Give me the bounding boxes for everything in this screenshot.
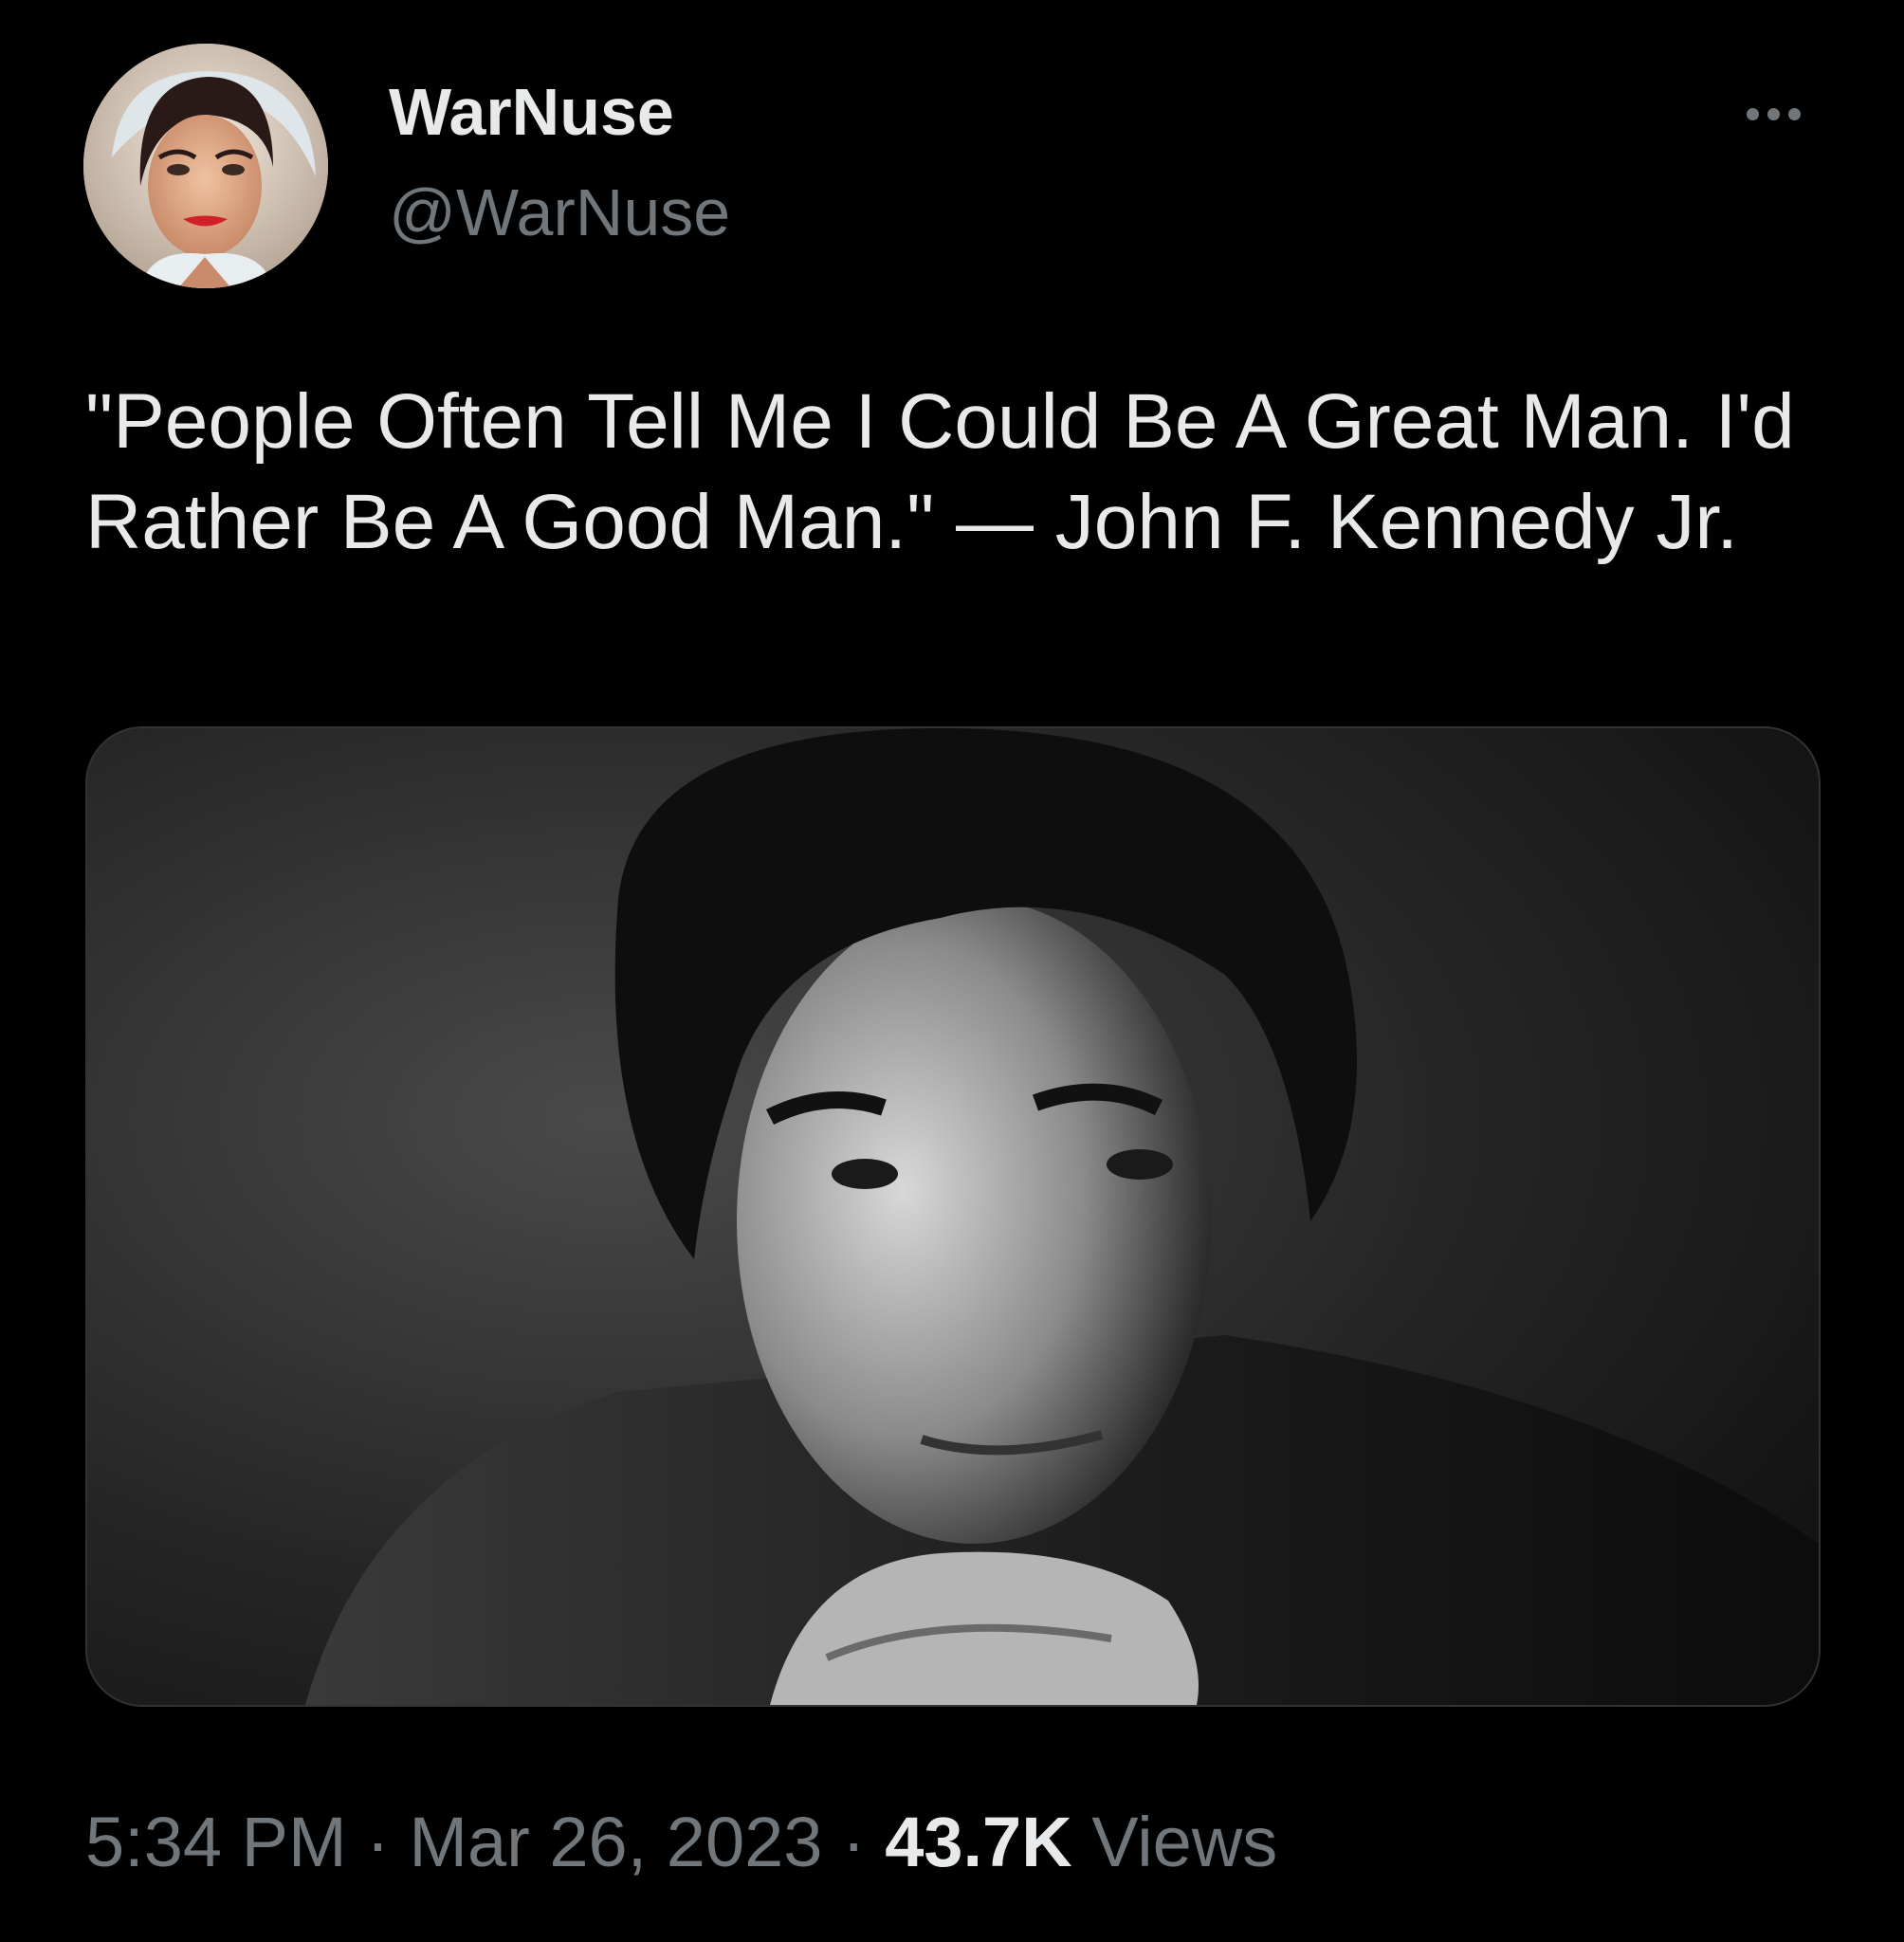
tweet-date[interactable]: Mar 26, 2023 — [409, 1803, 822, 1881]
views-count: 43.7K — [885, 1803, 1072, 1881]
author-avatar[interactable] — [83, 44, 328, 288]
tweet-container: WarNuse @WarNuse "People Often Tell Me I… — [0, 0, 1904, 1942]
avatar-image — [83, 44, 328, 288]
tweet-meta: 5:34 PM · Mar 26, 2023 · 43.7K Views — [85, 1802, 1277, 1882]
tweet-time[interactable]: 5:34 PM — [85, 1803, 347, 1881]
tweet-media-photo[interactable] — [85, 726, 1821, 1707]
author-display-name[interactable]: WarNuse — [389, 74, 674, 150]
more-horizontal-icon-dot — [1767, 107, 1780, 120]
more-horizontal-icon-dot — [1787, 107, 1801, 120]
more-horizontal-icon — [1746, 107, 1759, 120]
more-options-button[interactable] — [1726, 85, 1821, 142]
meta-separator: · — [822, 1803, 886, 1881]
tweet-text: "People Often Tell Me I Could Be A Great… — [85, 378, 1795, 565]
author-handle[interactable]: @WarNuse — [389, 174, 730, 250]
meta-separator: · — [346, 1803, 410, 1881]
views-label: Views — [1071, 1803, 1278, 1881]
portrait-photo-image — [87, 728, 1819, 1705]
